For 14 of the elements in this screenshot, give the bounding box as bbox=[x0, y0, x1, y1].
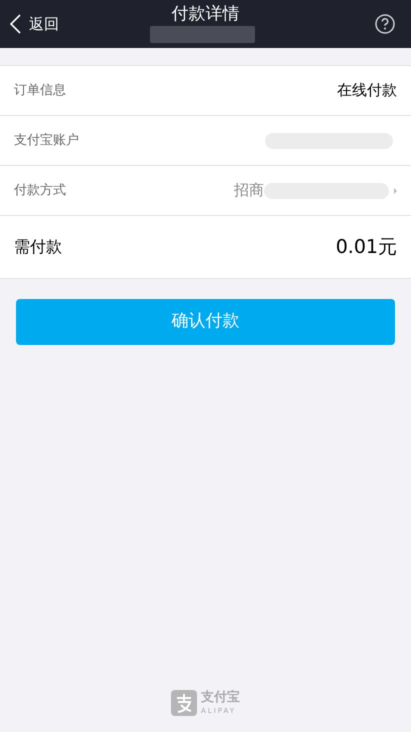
field-label: 付款方式 bbox=[14, 182, 66, 200]
amount-value: 0.01元 bbox=[336, 234, 397, 260]
field-value: 在线付款 bbox=[337, 80, 397, 102]
help-icon[interactable] bbox=[375, 14, 395, 34]
field-value: 招商 bbox=[234, 180, 264, 202]
logo-icon bbox=[171, 690, 197, 716]
brand-name: 支付宝 bbox=[201, 691, 240, 704]
page-title: 付款详情 bbox=[172, 3, 240, 26]
back-button[interactable]: 返回 bbox=[0, 12, 59, 36]
amount-label: 需付款 bbox=[14, 236, 62, 258]
field-label: 订单信息 bbox=[14, 82, 66, 100]
chevron-right-icon bbox=[393, 188, 397, 194]
field-label: 支付宝账户 bbox=[14, 132, 79, 150]
chevron-left-icon bbox=[10, 14, 21, 34]
